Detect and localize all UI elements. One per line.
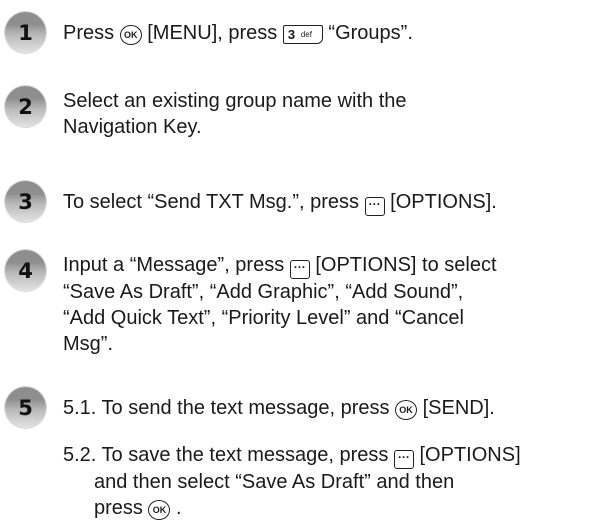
options-key-icon: ··· — [289, 260, 310, 279]
step-number-badge: 3 — [5, 181, 46, 222]
step-text: To select “Send TXT Msg.”, press ··· [OP… — [63, 189, 497, 216]
options-key-icon: ··· — [393, 450, 414, 469]
step-number-badge: 4 — [5, 250, 46, 291]
ok-key-icon: OK — [395, 400, 418, 420]
step-number-badge: 2 — [5, 86, 46, 127]
step-text: Press OK [MENU], press 3 def “Groups”. — [63, 22, 413, 45]
step-number-badge: 1 — [5, 12, 46, 53]
step-text: Input a “Message”, press ··· [OPTIONS] t… — [63, 254, 497, 355]
options-key-icon: ··· — [364, 197, 385, 216]
ok-key-icon: OK — [119, 25, 142, 45]
step-5-2-text: 5.2. To save the text message, press ···… — [63, 444, 521, 520]
step-text: 5.1. To send the text message, press OK … — [63, 397, 495, 420]
ok-key-icon: OK — [148, 500, 171, 520]
key-3-icon: 3 def — [282, 25, 323, 44]
step-text: Select an existing group name with the N… — [63, 90, 407, 138]
step-number-badge: 5 — [5, 387, 46, 428]
